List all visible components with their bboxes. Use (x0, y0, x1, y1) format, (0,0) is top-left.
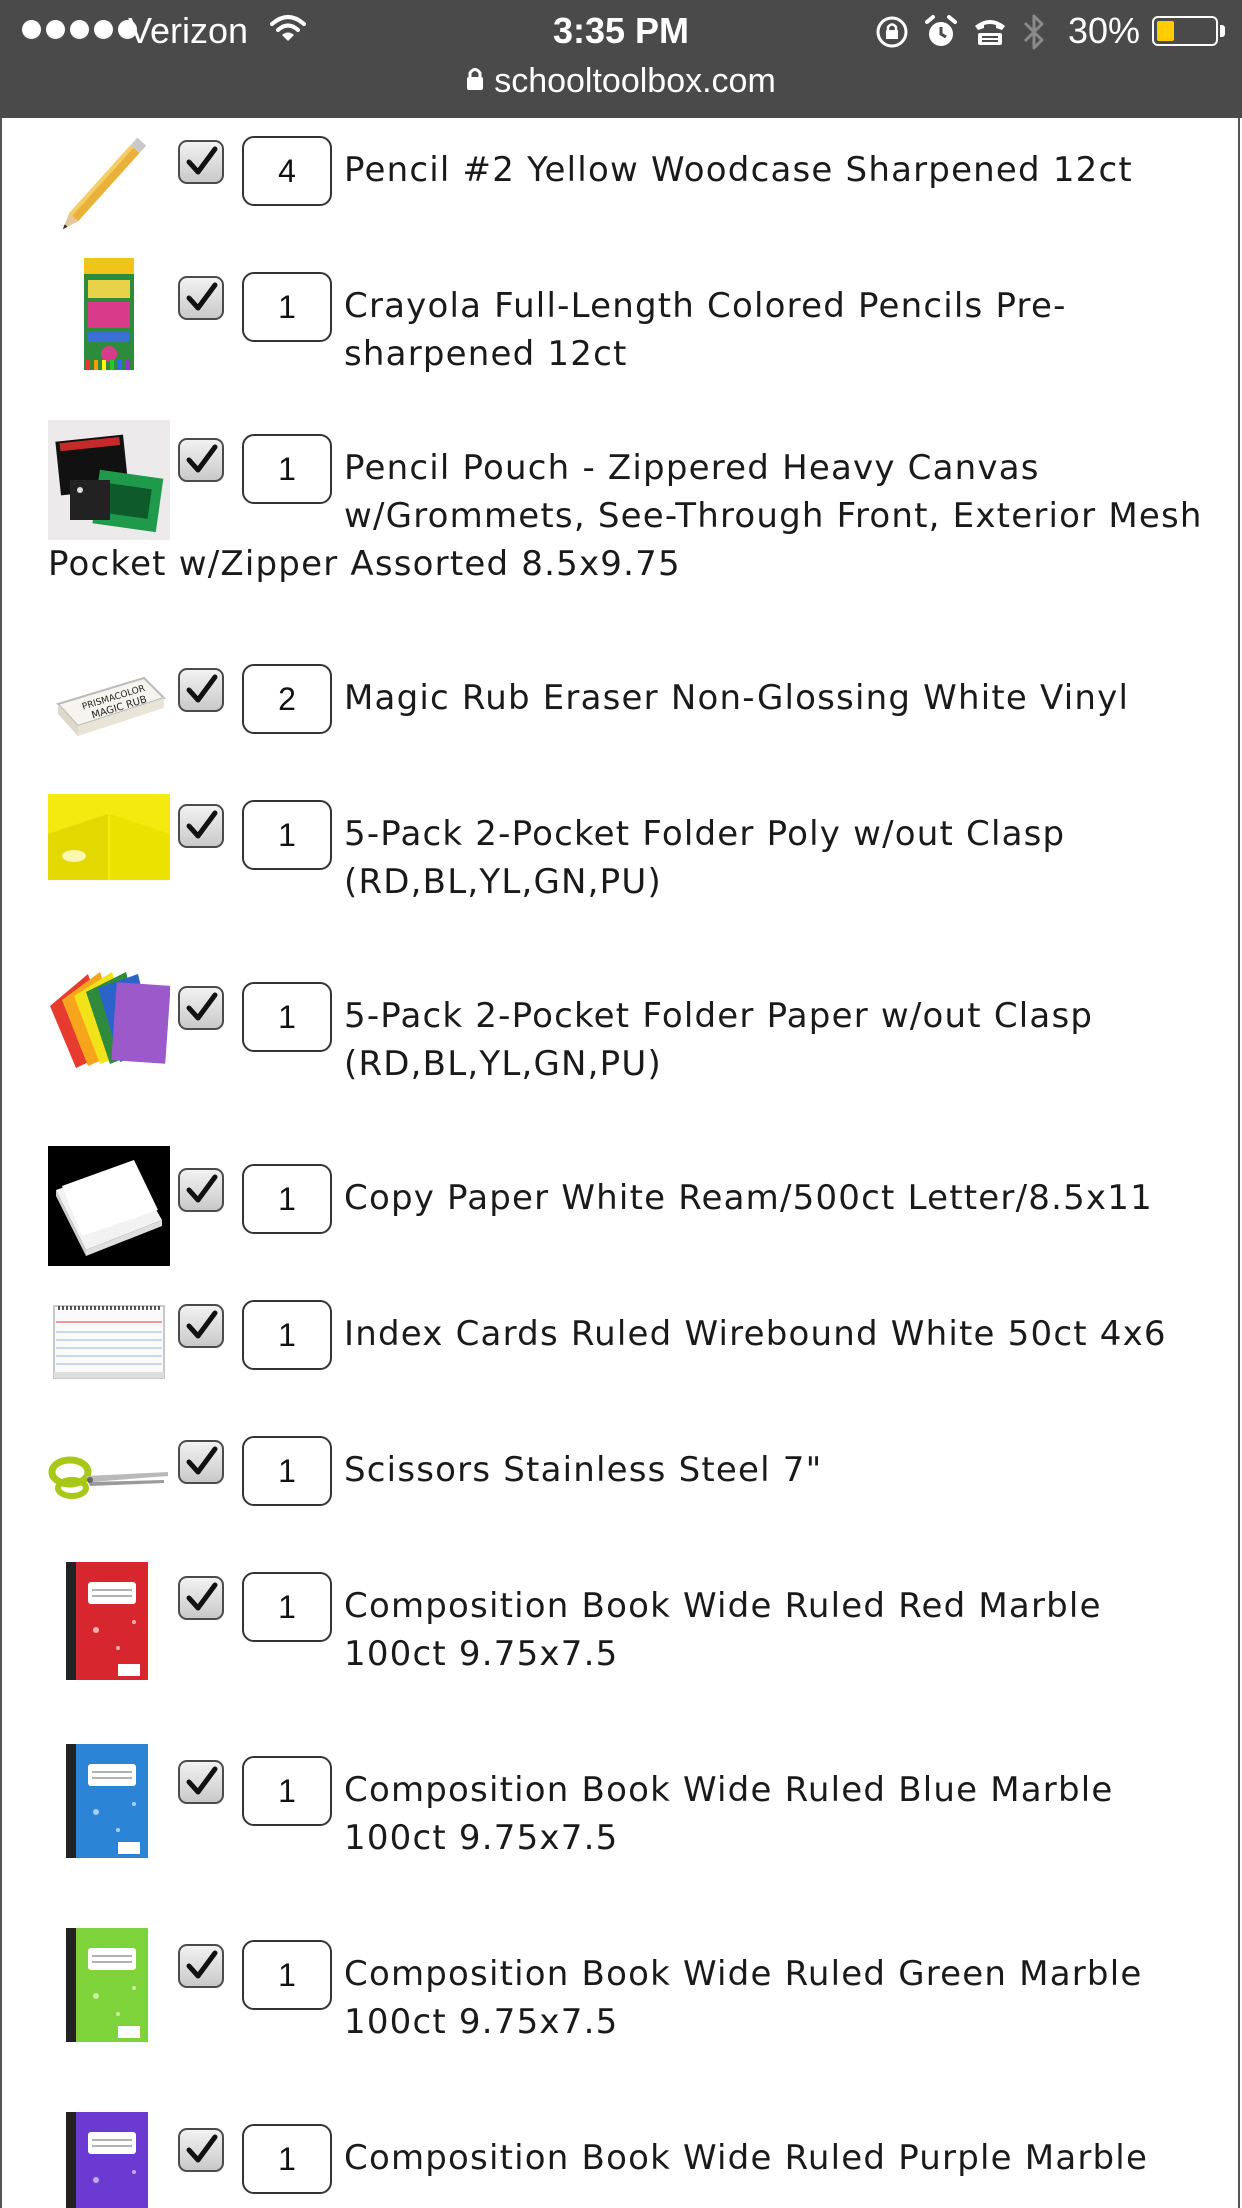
battery-level-fill (1157, 21, 1174, 41)
list-item: 1 5-Pack 2-Pocket Folder Poly w/out Clas… (48, 790, 1208, 906)
battery-percent: 30% (1068, 10, 1141, 51)
item-checkbox[interactable] (178, 1304, 224, 1348)
composition-book-purple-image (48, 2110, 170, 2208)
item-checkbox[interactable] (178, 1168, 224, 1212)
item-checkbox[interactable] (178, 804, 224, 848)
alarm-icon (924, 14, 958, 55)
list-item: PRISMACOLOR MAGIC RUB 2 Magic Rub Eraser… (48, 654, 1208, 750)
item-checkbox[interactable] (178, 1944, 224, 1988)
battery-nub (1220, 25, 1225, 37)
item-checkbox[interactable] (178, 2128, 224, 2172)
status-bar: Verizon 3:35 PM 30% (0, 0, 1242, 62)
clock-time: 3:35 PM (552, 10, 690, 51)
status-icons (874, 13, 1046, 56)
battery-icon (1152, 16, 1218, 46)
list-item: 4 Pencil #2 Yellow Woodcase Sharpened 12… (48, 126, 1208, 230)
index-cards-image (48, 1296, 170, 1386)
item-checkbox[interactable] (178, 986, 224, 1030)
list-item: 1 Crayola Full-Length Colored Pencils Pr… (48, 258, 1208, 378)
list-item: 1 Composition Book Wide Ruled Blue Marbl… (48, 1744, 1208, 1862)
composition-book-green-image (48, 1926, 170, 2046)
orientation-lock-icon (874, 14, 910, 55)
list-item: 1 5-Pack 2-Pocket Folder Paper w/out Cla… (48, 972, 1208, 1088)
paper-folder-image (48, 970, 171, 1070)
list-item: 1 Composition Book Wide Ruled Red Marble… (48, 1562, 1208, 1680)
quantity-field[interactable]: 1 (242, 434, 332, 504)
quantity-field[interactable]: 2 (242, 664, 332, 734)
list-item: 1 Composition Book Wide Ruled Purple Mar… (48, 2112, 1208, 2208)
list-item: 1 Pencil Pouch - Zippered Heavy Canvas w… (48, 420, 1208, 588)
quantity-field[interactable]: 4 (242, 136, 332, 206)
pencil-pouch-image (48, 420, 170, 540)
list-item: 1 Scissors Stainless Steel 7" (48, 1426, 1208, 1522)
tty-icon (972, 16, 1008, 53)
url-text[interactable]: schooltoolbox.com (494, 59, 776, 103)
item-checkbox[interactable] (178, 438, 224, 482)
quantity-field[interactable]: 1 (242, 1300, 332, 1370)
item-checkbox[interactable] (178, 1760, 224, 1804)
quantity-field[interactable]: 1 (242, 982, 332, 1052)
browser-top-bar: Verizon 3:35 PM 30% schooltoolbox.com (0, 0, 1242, 118)
scissors-image (48, 1442, 170, 1512)
quantity-field[interactable]: 1 (242, 2124, 332, 2194)
supply-list: 4 Pencil #2 Yellow Woodcase Sharpened 12… (0, 118, 1240, 2208)
list-item: 1 Copy Paper White Ream/500ct Letter/8.5… (48, 1146, 1208, 1266)
eraser-image: PRISMACOLOR MAGIC RUB (48, 658, 170, 758)
list-item: 1 Composition Book Wide Ruled Green Marb… (48, 1928, 1208, 2046)
colored-pencils-image (48, 256, 170, 374)
poly-folder-image (48, 794, 170, 880)
quantity-field[interactable]: 1 (242, 1436, 332, 1506)
address-bar[interactable]: schooltoolbox.com (0, 58, 1242, 104)
item-checkbox[interactable] (178, 1440, 224, 1484)
lock-icon (466, 67, 484, 96)
item-checkbox[interactable] (178, 140, 224, 184)
quantity-field[interactable]: 1 (242, 1164, 332, 1234)
quantity-field[interactable]: 1 (242, 1572, 332, 1642)
bluetooth-icon (1022, 13, 1046, 56)
quantity-field[interactable]: 1 (242, 1756, 332, 1826)
pencil-image (48, 122, 170, 234)
quantity-field[interactable]: 1 (242, 800, 332, 870)
composition-book-blue-image (48, 1742, 170, 1862)
item-checkbox[interactable] (178, 668, 224, 712)
item-checkbox[interactable] (178, 276, 224, 320)
quantity-field[interactable]: 1 (242, 1940, 332, 2010)
quantity-field[interactable]: 1 (242, 272, 332, 342)
item-checkbox[interactable] (178, 1576, 224, 1620)
list-item: 1 Index Cards Ruled Wirebound White 50ct… (48, 1290, 1208, 1386)
copy-paper-image (48, 1146, 170, 1266)
composition-book-red-image (48, 1560, 170, 1684)
